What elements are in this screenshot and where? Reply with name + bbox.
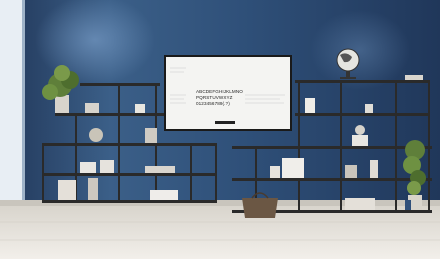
wood-floor (0, 205, 440, 259)
tv-text-line-2: PQRSTUVWXYZ (196, 95, 233, 100)
window-frame (22, 0, 25, 215)
tv-screen-text: ABCDEFGHIJKLMNO PQRSTUVWXYZ 0123456789(.… (172, 62, 282, 122)
room-illustration (0, 0, 440, 259)
living-room-photo: ABCDEFGHIJKLMNO PQRSTUVWXYZ 0123456789(.… (0, 0, 440, 259)
tv-text-line-1: ABCDEFGHIJKLMNO (196, 89, 243, 94)
tv-text-line-3: 0123456789(.?) (196, 101, 230, 106)
left-window-edge (0, 0, 22, 215)
window-light-patch-right (310, 10, 410, 90)
